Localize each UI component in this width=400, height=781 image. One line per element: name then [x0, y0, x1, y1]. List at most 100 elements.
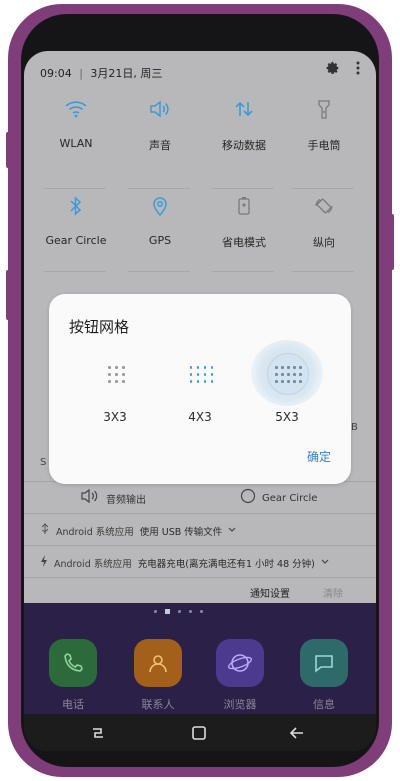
notification-charging[interactable]: Android 系统应用 充电器充电(离充满电还有1 小时 48 分钟) [40, 555, 329, 570]
tile-divider [212, 188, 274, 189]
app-label: 电话 [62, 698, 84, 711]
grid-dot [281, 380, 284, 383]
confirm-button[interactable]: 确定 [307, 448, 331, 465]
grid-dot [293, 373, 296, 376]
bluetooth-icon [69, 196, 83, 220]
chevron-down-icon[interactable] [321, 557, 329, 568]
grid-dot [287, 380, 290, 383]
tile-label: 省电模式 [222, 236, 266, 249]
grid-option-label: 3X3 [103, 410, 127, 424]
grid-option-3x3[interactable]: 3X3 [75, 348, 155, 424]
tile-wlan[interactable]: WLAN [36, 99, 116, 150]
grid-dot [281, 373, 284, 376]
divider [24, 577, 376, 578]
status-date: 3月21日, 周三 [90, 67, 163, 80]
grid-dot [115, 366, 118, 369]
phone-frame: 09:04 | 3月21日, 周三 WLAN 声音 移动数据 手电筒 Gear … [6, 4, 394, 777]
grid-dot [108, 373, 111, 376]
phone-bezel: 09:04 | 3月21日, 周三 WLAN 声音 移动数据 手电筒 Gear … [21, 14, 379, 767]
recents-icon[interactable] [90, 725, 106, 744]
tile-divider [44, 271, 106, 272]
charging-icon [40, 555, 48, 570]
app-label: 信息 [313, 698, 335, 711]
circle-device-icon [240, 488, 256, 508]
grid-3x3-icon [85, 348, 145, 398]
app-label: 联系人 [141, 698, 175, 711]
grid-dot [203, 373, 206, 376]
home-indicator-icon [165, 609, 170, 614]
back-icon[interactable] [289, 725, 305, 744]
grid-dot [275, 380, 278, 383]
notification-app: Android 系统应用 [54, 558, 132, 570]
home-button-icon[interactable] [191, 725, 207, 745]
speaker-icon [80, 488, 100, 508]
grid-5x3-icon [251, 340, 323, 406]
power-button [390, 214, 394, 270]
dock-app-contacts[interactable]: 联系人 [132, 639, 184, 712]
grid-dot [108, 366, 111, 369]
peek-letter-left: S [40, 457, 47, 468]
grid-option-4x3[interactable]: 4X3 [160, 348, 240, 424]
grid-dot [115, 380, 118, 383]
browser-icon [216, 639, 264, 687]
status-actions [326, 60, 360, 79]
tile-power-saving[interactable]: 省电模式 [204, 196, 284, 250]
more-options-icon[interactable] [356, 60, 360, 79]
tile-mobile-data[interactable]: 移动数据 [204, 99, 284, 153]
grid-dot [210, 380, 213, 383]
tile-label: 移动数据 [222, 139, 266, 152]
grid-dot [122, 373, 125, 376]
audio-output-label: 音频输出 [106, 494, 146, 506]
rotate-icon [314, 196, 334, 220]
grid-dot [122, 366, 125, 369]
tile-gear-circle[interactable]: Gear Circle [36, 196, 116, 247]
dock-app-messages[interactable]: 信息 [298, 639, 350, 712]
tile-divider [292, 188, 354, 189]
grid-dot [287, 373, 290, 376]
grid-dot [196, 380, 199, 383]
tile-divider [292, 271, 354, 272]
screen: 09:04 | 3月21日, 周三 WLAN 声音 移动数据 手电筒 Gear … [24, 51, 376, 751]
grid-option-label: 4X3 [188, 410, 212, 424]
grid-dot [299, 380, 302, 383]
settings-gear-icon[interactable] [326, 60, 340, 79]
notification-text: 充电器充电(离充满电还有1 小时 48 分钟) [137, 558, 315, 570]
battery-saver-icon [237, 196, 251, 220]
gear-circle-label: Gear Circle [262, 492, 318, 504]
grid-dot [189, 373, 192, 376]
dock-app-browser[interactable]: 浏览器 [214, 639, 266, 712]
grid-dot [203, 380, 206, 383]
tile-divider [128, 271, 190, 272]
tile-divider [128, 188, 190, 189]
notification-usb[interactable]: Android 系统应用 使用 USB 传输文件 [40, 523, 236, 538]
tile-label: WLAN [59, 137, 93, 150]
wifi-icon [65, 100, 87, 122]
page-indicator [154, 609, 203, 614]
tile-gps[interactable]: GPS [120, 196, 200, 247]
audio-output-button[interactable]: 音频输出 [80, 488, 146, 508]
gear-circle-button[interactable]: Gear Circle [240, 488, 317, 508]
notification-settings-link[interactable]: 通知设置 [250, 585, 290, 600]
status-time: 09:04 [40, 67, 72, 80]
dock-app-phone[interactable]: 电话 [47, 639, 99, 712]
grid-dot [299, 366, 302, 369]
flashlight-icon [317, 99, 331, 123]
tile-divider [44, 188, 106, 189]
chevron-down-icon[interactable] [228, 525, 236, 536]
usb-icon [40, 523, 50, 538]
dialog-title: 按钮网格 [69, 318, 130, 336]
grid-dot [203, 366, 206, 369]
contacts-icon [134, 639, 182, 687]
grid-option-5x3[interactable]: 5X3 [247, 340, 327, 424]
grid-dot [299, 373, 302, 376]
tile-sound[interactable]: 声音 [120, 99, 200, 153]
volume-icon [149, 100, 171, 122]
divider [24, 545, 376, 546]
notification-text: 使用 USB 传输文件 [139, 526, 223, 538]
tile-flashlight[interactable]: 手电筒 [284, 99, 364, 153]
tile-orientation[interactable]: 纵向 [284, 196, 364, 250]
grid-dot [293, 380, 296, 383]
grid-dot [122, 380, 125, 383]
clear-button[interactable]: 清除 [323, 585, 343, 600]
tile-label: 声音 [149, 139, 171, 152]
